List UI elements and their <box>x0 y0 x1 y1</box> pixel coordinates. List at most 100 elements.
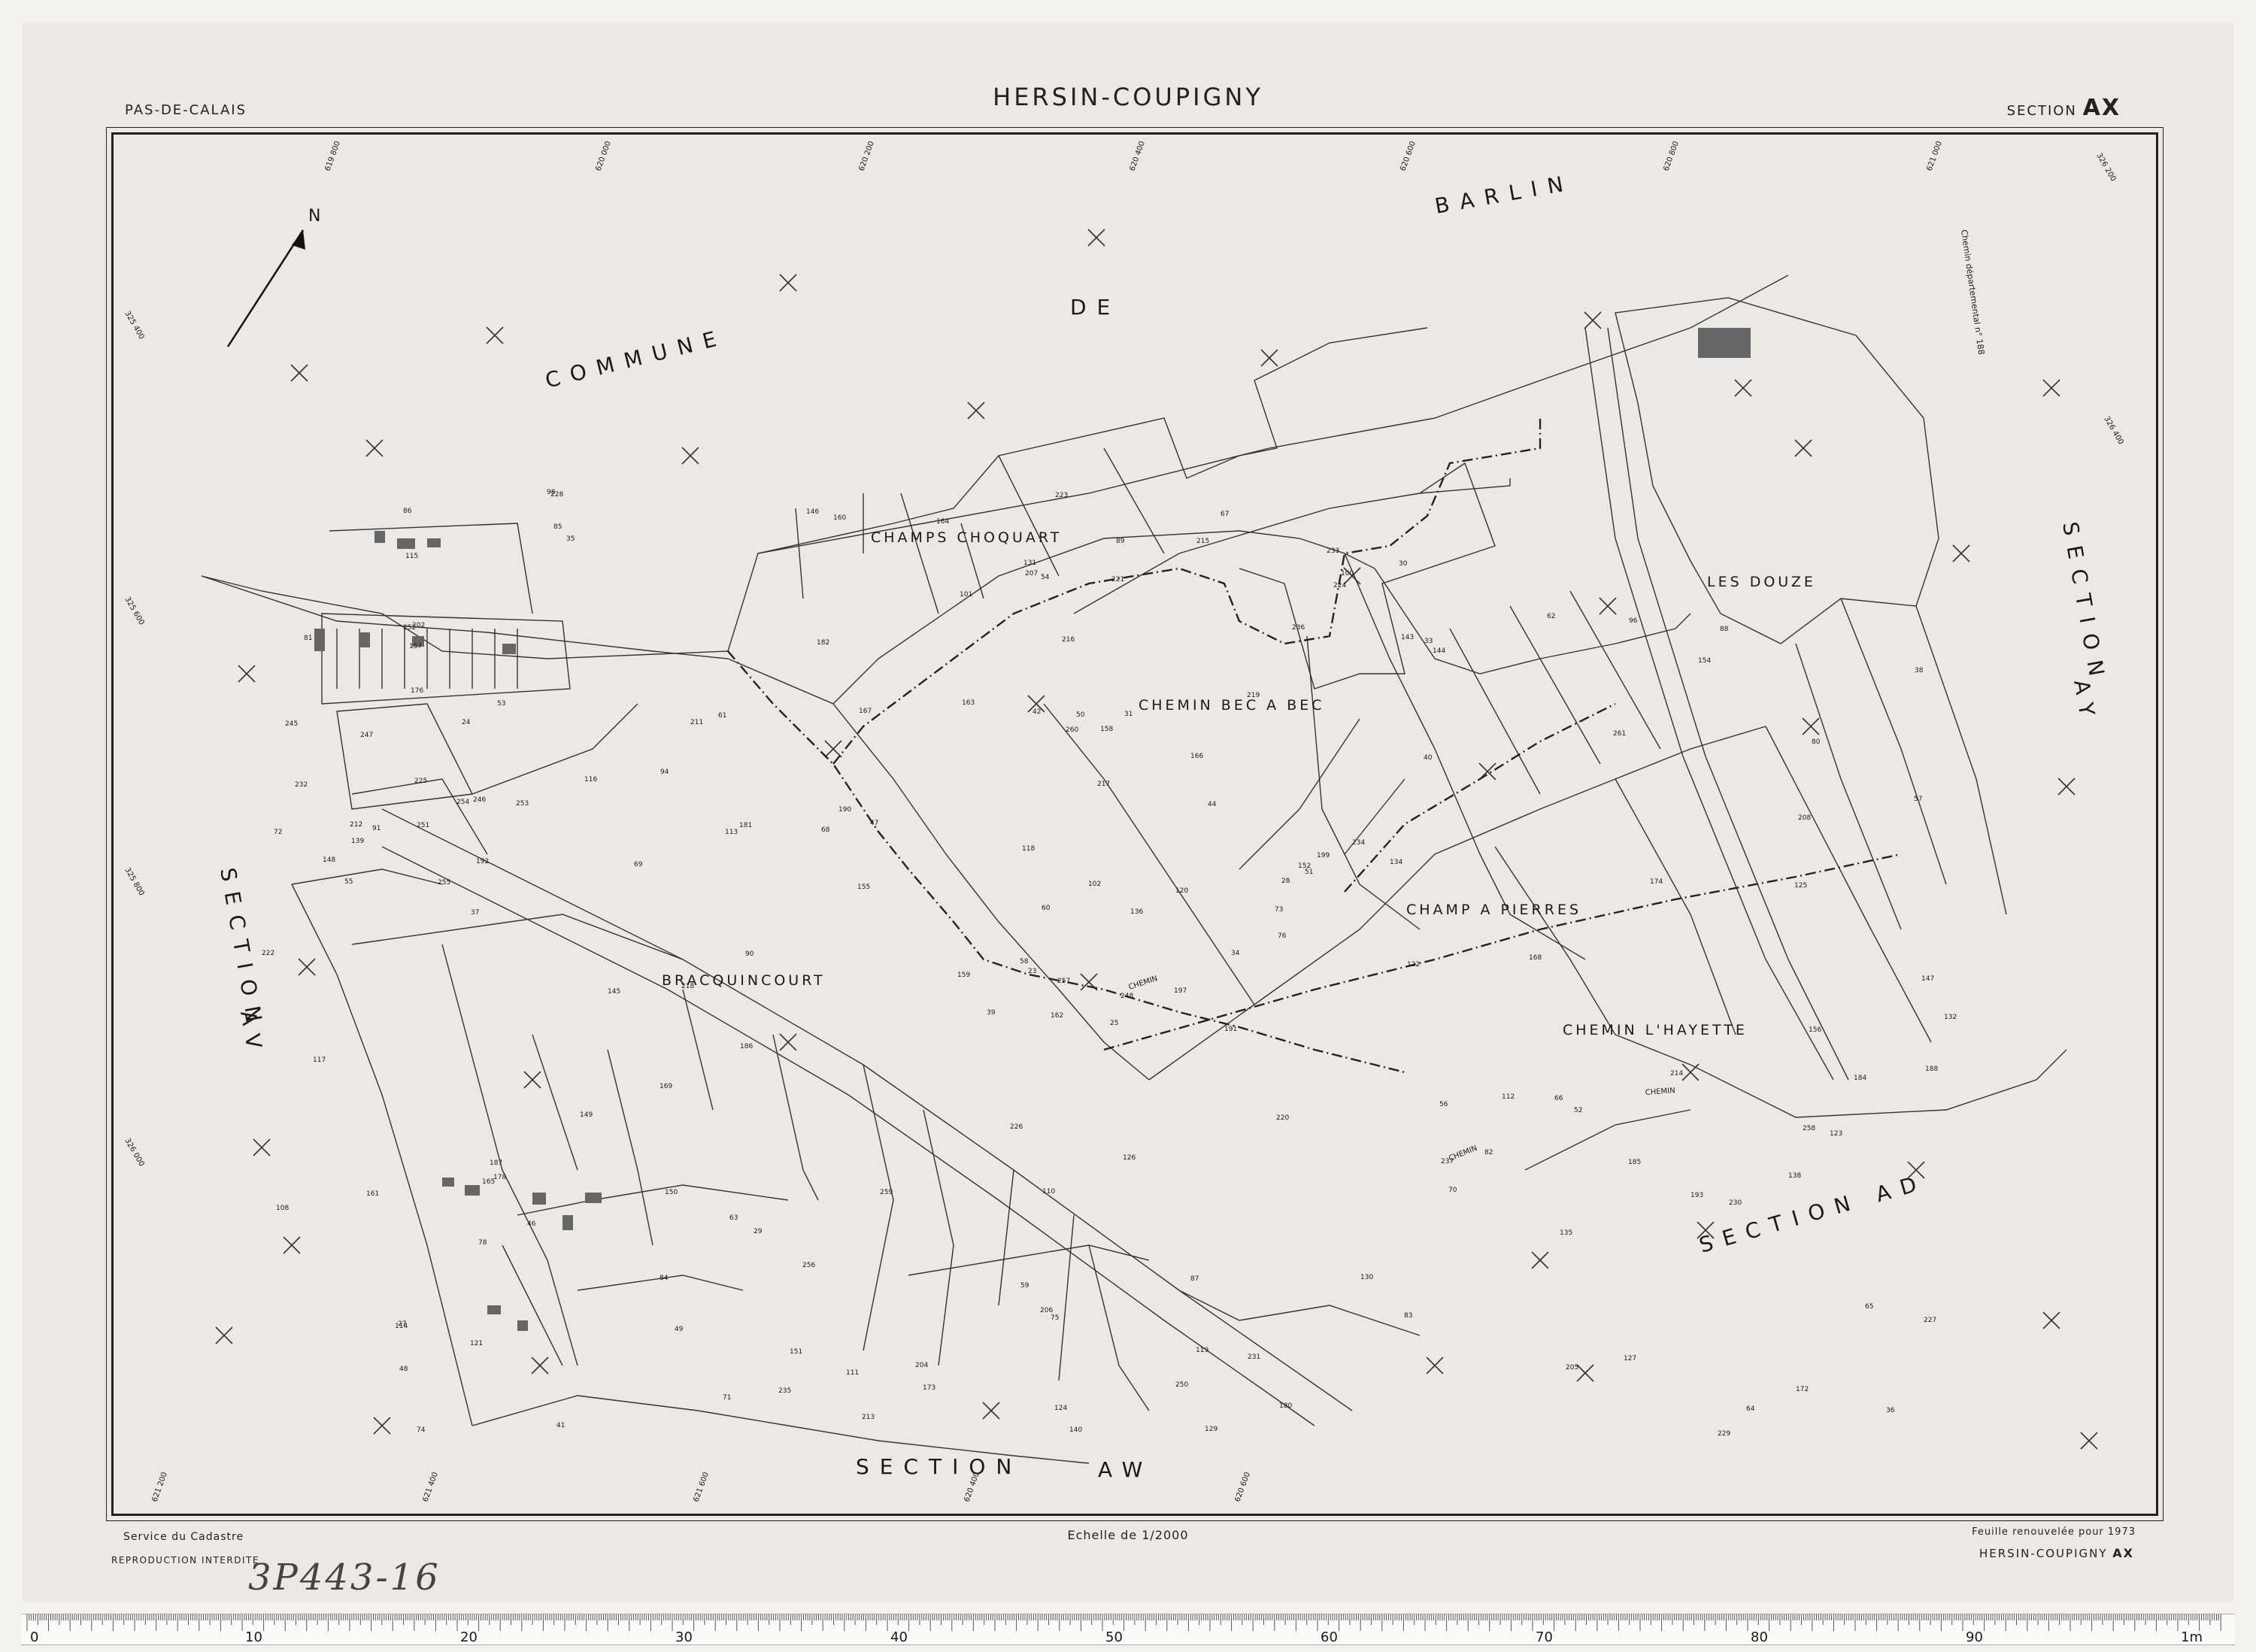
parcel-number: 148 <box>323 856 335 864</box>
parcel-number: 158 <box>1100 726 1113 733</box>
parcel-number: 260 <box>1066 726 1078 734</box>
parcel-number: 50 <box>1076 711 1085 719</box>
parcel-number: 127 <box>1624 1355 1636 1363</box>
neighbour-labels: COMMUNE DE BARLIN SECTION AV SECTION AW … <box>215 170 2111 1482</box>
place-champs-choquart: CHAMPS CHOQUART <box>871 529 1062 546</box>
parcel-number: 65 <box>1865 1303 1873 1311</box>
parcel-number: 23 <box>1028 968 1036 975</box>
parcel-number: 75 <box>1051 1314 1059 1322</box>
parcel-number: 37 <box>471 909 479 917</box>
place-chemin-bec-a-bec: CHEMIN BEC A BEC <box>1139 697 1325 714</box>
parcel-number: 256 <box>802 1262 815 1269</box>
north-label: N <box>308 207 320 226</box>
parcel-number: 60 <box>1042 905 1051 912</box>
ruler-label: 50 <box>1105 1629 1123 1645</box>
parcel-number: 207 <box>1025 570 1038 577</box>
grid-label: 619 800 <box>323 140 341 172</box>
parcel-number: 143 <box>1401 634 1414 641</box>
parcel-number: 176 <box>411 687 423 695</box>
parcel-number: 184 <box>1854 1075 1866 1082</box>
parcel-number: 88 <box>1720 626 1729 633</box>
ruler-label: 40 <box>890 1629 908 1645</box>
parcel-number: 221 <box>1111 576 1124 584</box>
buildings <box>314 328 1751 1331</box>
parcel-number: 67 <box>1220 511 1229 518</box>
parcel-number: 211 <box>690 719 703 726</box>
parcel-number: 218 <box>681 983 694 990</box>
ruler-label: 30 <box>675 1629 693 1645</box>
parcel-number: 259 <box>880 1189 893 1196</box>
parcel-number: 188 <box>1925 1065 1938 1073</box>
parcel-number: 111 <box>846 1369 859 1377</box>
parcel-number: 66 <box>1554 1095 1563 1102</box>
parcel-number: 28 <box>1281 878 1290 885</box>
parcel-number: 252 <box>403 624 416 632</box>
parcel-number: 108 <box>276 1205 289 1212</box>
parcel-number: 192 <box>476 858 489 865</box>
parcel-number: 72 <box>274 829 282 836</box>
place-names: CHAMPS CHOQUART CHEMIN BEC A BEC LES DOU… <box>662 529 1813 1038</box>
parcel-number: 24 <box>462 719 471 726</box>
ruler-label: 1m <box>2181 1629 2203 1645</box>
parcel-number: 113 <box>725 829 738 836</box>
parcel-number: 245 <box>285 720 298 728</box>
grid-crosses <box>215 229 2098 1450</box>
grid-label: 325 800 <box>123 866 145 897</box>
parcel-number: 204 <box>915 1362 928 1369</box>
parcel-number: 246 <box>473 796 486 804</box>
parcel-number: 205 <box>1566 1364 1578 1372</box>
cadastral-sheet: PAS-DE-CALAIS HERSIN-COUPIGNY SECTION AX <box>23 23 2233 1602</box>
parcel-number: 251 <box>417 822 429 829</box>
grid-label: 325 600 <box>123 596 145 626</box>
parcel-number: 124 <box>1054 1405 1067 1412</box>
parcel-number: 119 <box>1196 1347 1208 1354</box>
parcel-number: 222 <box>262 950 274 957</box>
parcel-number: 40 <box>1424 754 1433 762</box>
parcel-number: 208 <box>1798 814 1811 822</box>
parcel-number: 122 <box>1407 961 1420 968</box>
parcel-number: 173 <box>923 1384 935 1392</box>
parcel-number: 57 <box>1914 796 1922 803</box>
parcel-number: 30 <box>1399 560 1408 568</box>
parcel-number: 84 <box>660 1275 669 1282</box>
parcel-number: 135 <box>1560 1229 1572 1237</box>
parcel-number: 126 <box>1123 1154 1136 1162</box>
parcel-number: 91 <box>372 825 381 832</box>
parcel-number: 181 <box>739 822 752 829</box>
ruler-label: 20 <box>460 1629 478 1645</box>
parcel-number: 234 <box>1352 839 1365 847</box>
parcel-number: 162 <box>1051 1012 1063 1020</box>
parcel-number: 131 <box>1023 559 1036 567</box>
parcel-number: 54 <box>1041 574 1050 581</box>
parcel-number: 136 <box>1130 908 1143 916</box>
parcel-number: 253 <box>516 800 529 808</box>
grid-label: 620 000 <box>594 140 612 172</box>
commune-title: HERSIN-COUPIGNY <box>993 83 1263 111</box>
parcel-number: 151 <box>790 1348 802 1356</box>
parcel-number: 178 <box>493 1174 506 1181</box>
parcel-number: 38 <box>1915 667 1924 674</box>
parcel-number: 125 <box>1794 882 1807 890</box>
parcel-number: 101 <box>960 591 972 599</box>
parcel-number: 25 <box>1110 1020 1118 1027</box>
renewed-label: Feuille renouvelée pour 1973 <box>1972 1526 2136 1538</box>
parcel-number: 76 <box>1278 932 1287 940</box>
parcel-number: 53 <box>497 700 505 708</box>
parcel-number: 86 <box>403 508 412 515</box>
grid-label: 621 200 <box>150 1471 168 1503</box>
label-aw: AW <box>1098 1457 1153 1482</box>
ruler-label: 0 <box>30 1629 38 1645</box>
parcel-number: 164 <box>936 518 949 526</box>
parcel-number: 145 <box>608 988 620 996</box>
parcel-number: 83 <box>1404 1312 1412 1320</box>
parcel-number: 47 <box>870 820 878 827</box>
parcel-number: 123 <box>1830 1130 1842 1138</box>
parcel-number: 82 <box>1484 1149 1493 1156</box>
parcel-number: 226 <box>1010 1123 1023 1131</box>
parcel-number: 156 <box>1809 1026 1821 1034</box>
parcel-number: 254 <box>456 799 469 806</box>
parcel-number: 90 <box>745 950 754 958</box>
parcel-number: 154 <box>1698 657 1711 665</box>
ruler-label: 80 <box>1751 1629 1768 1645</box>
parcel-number: 134 <box>1390 859 1402 866</box>
